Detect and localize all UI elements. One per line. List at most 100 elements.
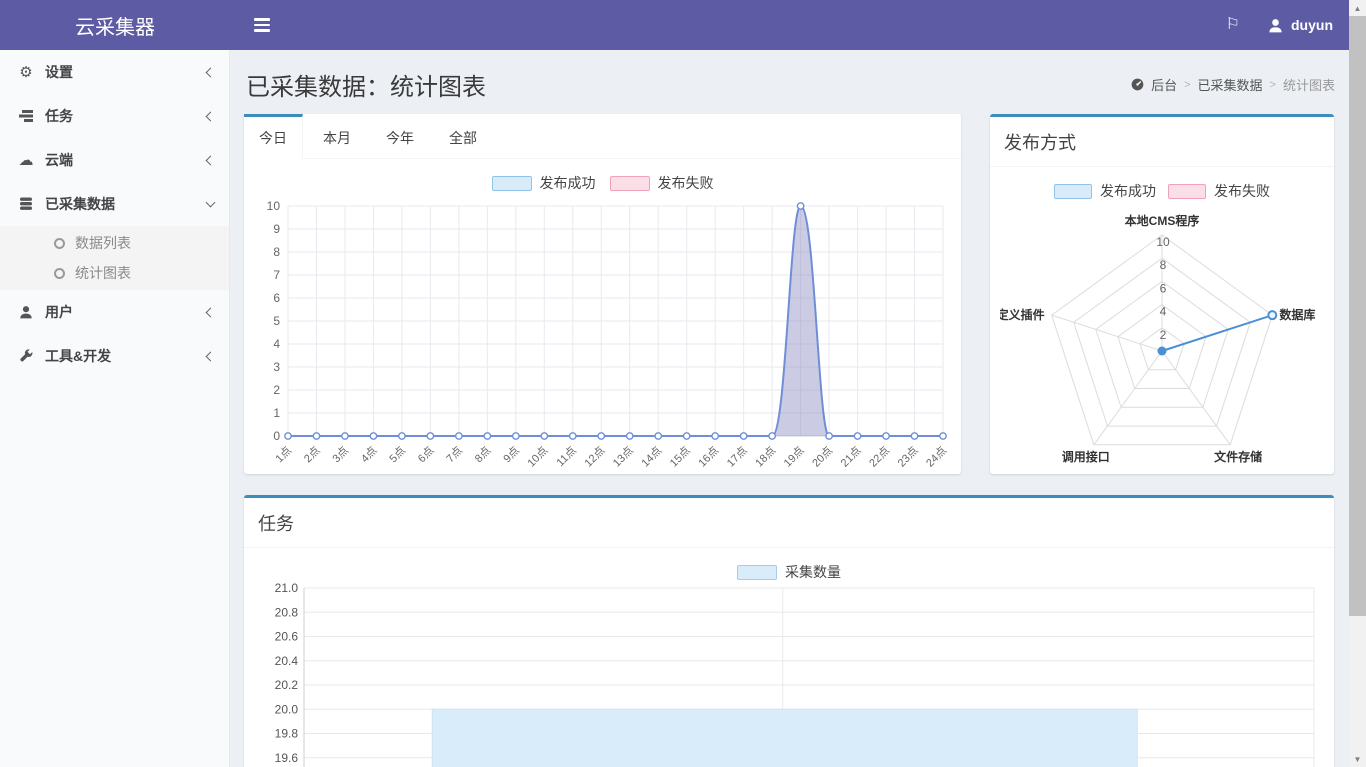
radar-tick-label: 10: [1156, 235, 1170, 249]
data-point: [940, 433, 946, 439]
data-point: [342, 433, 348, 439]
sidebar-item-data-list[interactable]: 数据列表: [0, 228, 229, 258]
sidebar-item-settings[interactable]: ⚙ 设置: [0, 50, 229, 94]
content-header: 已采集数据：统计图表 后台 > 已采集数据 > 统计图表: [230, 50, 1349, 108]
radar-data-point: [1158, 347, 1167, 356]
x-tick-label: 1点: [273, 444, 294, 465]
data-point: [313, 433, 319, 439]
breadcrumb-collected-data[interactable]: 已采集数据: [1198, 75, 1263, 94]
legend-swatch-success: [492, 176, 532, 191]
chevron-left-icon: [206, 351, 216, 361]
sidebar-toggle-button[interactable]: [240, 5, 284, 45]
tasks-icon: [15, 109, 37, 123]
data-point: [598, 433, 604, 439]
breadcrumb: 后台 > 已采集数据 > 统计图表: [1131, 75, 1335, 94]
legend-label: 发布成功: [540, 173, 596, 193]
user-menu[interactable]: duyun: [1268, 17, 1333, 33]
sidebar-item-tasks[interactable]: 任务: [0, 94, 229, 138]
y-tick-label: 19.8: [275, 727, 299, 741]
scrollbar-down-arrow[interactable]: ▼: [1349, 751, 1366, 767]
data-point: [427, 433, 433, 439]
sidebar-item-tools-dev[interactable]: 工具&开发: [0, 334, 229, 378]
radar-tick-label: 6: [1160, 281, 1167, 295]
breadcrumb-backend[interactable]: 后台: [1151, 75, 1177, 94]
y-tick-label: 2: [273, 383, 280, 397]
y-tick-label: 10: [267, 199, 281, 213]
top-navbar: 云采集器 ⚐ duyun: [0, 0, 1349, 50]
x-tick-label: 15点: [667, 444, 693, 470]
tab-this-month[interactable]: 本月: [308, 114, 366, 158]
bar-chart-wrap: 21.020.820.620.420.220.019.819.619.419.2…: [244, 582, 1334, 767]
radar-legend: 发布成功 发布失败: [990, 181, 1334, 201]
tab-all[interactable]: 全部: [434, 114, 492, 158]
chevron-left-icon: [206, 111, 216, 121]
legend-label: 发布失败: [658, 173, 714, 193]
legend-publish-success[interactable]: 发布成功: [492, 173, 596, 193]
tab-this-year[interactable]: 今年: [371, 114, 429, 158]
sidebar-item-collected-data[interactable]: 已采集数据: [0, 182, 229, 226]
y-tick-label: 5: [273, 314, 280, 328]
tasks-bar-chart: 21.020.820.620.420.220.019.819.619.419.2…: [254, 582, 1324, 767]
bar-collect-count: [432, 709, 1137, 767]
user-icon: [15, 305, 37, 319]
circle-icon: [54, 268, 65, 279]
chevron-left-icon: [206, 307, 216, 317]
hamburger-icon: [254, 18, 270, 21]
app-brand[interactable]: 云采集器: [0, 11, 230, 40]
data-point: [627, 433, 633, 439]
legend-swatch-success: [1054, 184, 1092, 199]
sidebar-item-cloud[interactable]: ☁ 云端: [0, 138, 229, 182]
circle-icon: [54, 238, 65, 249]
publish-method-box: 发布方式 发布成功 发布失败 246810本地CMS程序数据库文件存储调用接口自…: [990, 114, 1334, 474]
x-tick-label: 17点: [724, 444, 750, 470]
y-tick-label: 21.0: [275, 582, 299, 595]
legend-swatch-collect: [737, 565, 777, 580]
radar-spoke: [1094, 351, 1162, 445]
tab-today[interactable]: 今日: [244, 114, 303, 159]
data-point: [541, 433, 547, 439]
legend-collect-count[interactable]: 采集数量: [737, 562, 841, 582]
legend-publish-fail[interactable]: 发布失败: [1168, 181, 1270, 201]
bar-chart-legend: 采集数量: [244, 562, 1334, 582]
submenu-item-label: 数据列表: [75, 233, 131, 253]
radar-tick-label: 4: [1160, 305, 1167, 319]
sidebar-item-stats-charts[interactable]: 统计图表: [0, 258, 229, 288]
period-tabs: 今日 本月 今年 全部: [244, 114, 961, 159]
radar-data-point: [1268, 311, 1276, 319]
main-content: 已采集数据：统计图表 后台 > 已采集数据 > 统计图表 今日 本月 今年 全部: [230, 0, 1349, 767]
breadcrumb-separator: >: [1184, 79, 1190, 91]
radar-tick-label: 2: [1160, 328, 1167, 342]
submenu-item-label: 统计图表: [75, 263, 131, 283]
sidebar-item-label: 任务: [45, 106, 73, 126]
vertical-scrollbar: ▲ ▼: [1349, 0, 1366, 767]
scrollbar-thumb[interactable]: [1349, 16, 1366, 616]
x-tick-label: 21点: [838, 444, 864, 470]
x-tick-label: 13点: [610, 444, 636, 470]
data-point: [370, 433, 376, 439]
tasks-box-title: 任务: [244, 498, 1334, 548]
y-tick-label: 20.4: [275, 654, 299, 668]
data-point: [484, 433, 490, 439]
collected-data-submenu: 数据列表 统计图表: [0, 226, 229, 290]
x-tick-label: 23点: [895, 444, 921, 470]
x-tick-label: 18点: [753, 444, 779, 470]
navbar-right: ⚐ duyun: [1226, 17, 1349, 33]
y-tick-label: 20.6: [275, 630, 299, 644]
legend-publish-fail[interactable]: 发布失败: [610, 173, 714, 193]
data-point: [683, 433, 689, 439]
y-tick-label: 3: [273, 360, 280, 374]
scrollbar-up-arrow[interactable]: ▲: [1349, 0, 1366, 16]
radar-series-line: [1162, 315, 1272, 351]
sidebar-item-label: 云端: [45, 150, 73, 170]
x-tick-label: 12点: [582, 444, 608, 470]
sidebar-item-users[interactable]: 用户: [0, 290, 229, 334]
user-name: duyun: [1291, 17, 1333, 33]
x-tick-label: 2点: [301, 444, 322, 465]
legend-publish-success[interactable]: 发布成功: [1054, 181, 1156, 201]
wrench-icon: [15, 349, 37, 363]
data-point: [285, 433, 291, 439]
flag-icon[interactable]: ⚐: [1226, 17, 1240, 33]
chevron-left-icon: [206, 155, 216, 165]
page-title: 已采集数据：统计图表: [246, 67, 486, 102]
y-tick-label: 20.0: [275, 702, 299, 716]
